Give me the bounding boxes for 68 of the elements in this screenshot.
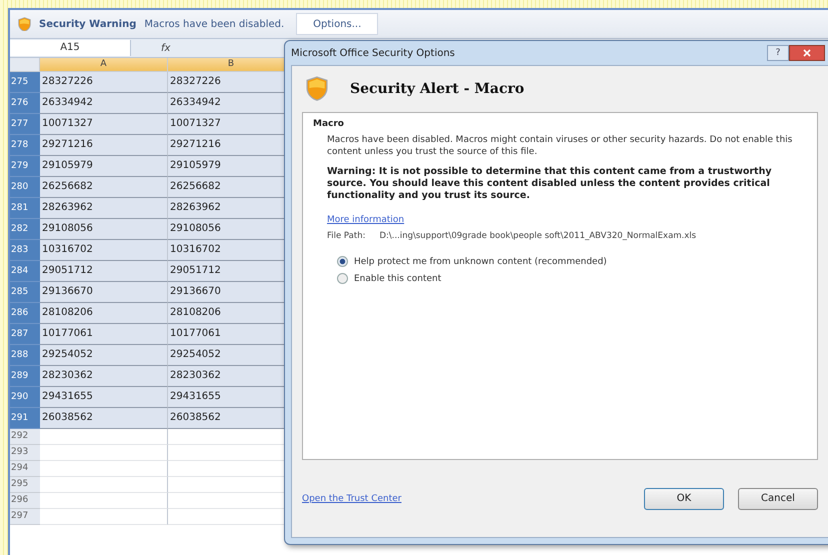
table-cell: 29254052 (40, 345, 168, 366)
row-header[interactable]: 288 (10, 345, 40, 366)
column-header[interactable]: A (40, 58, 168, 72)
table-cell: 28263962 (40, 198, 168, 219)
table-cell: 10071327 (40, 114, 168, 135)
table-cell: 29051712 (40, 261, 168, 282)
row-header[interactable]: 277 (10, 114, 40, 135)
table-cell: 28108206 (40, 303, 168, 324)
row-header[interactable]: 279 (10, 156, 40, 177)
row-header[interactable]: 282 (10, 219, 40, 240)
shield-icon (306, 76, 328, 102)
table-cell: 28230362 (40, 366, 168, 387)
radio-button[interactable] (337, 273, 348, 284)
table-cell: 29431655 (40, 387, 168, 408)
dialog-button[interactable]: Cancel (738, 488, 818, 510)
row-header[interactable]: 286 (10, 303, 40, 324)
more-information-link[interactable]: More information (327, 215, 404, 225)
alert-heading: Security Alert - Macro (350, 81, 524, 97)
help-button[interactable]: ? (767, 45, 789, 61)
row-header[interactable]: 278 (10, 135, 40, 156)
row-header[interactable]: 283 (10, 240, 40, 261)
row-header[interactable]: 297 (10, 509, 40, 525)
close-button[interactable] (789, 45, 825, 61)
radio-option[interactable]: Help protect me from unknown content (recommended) (337, 256, 807, 267)
radio-button[interactable] (337, 256, 348, 267)
row-header[interactable]: 285 (10, 282, 40, 303)
name-box[interactable]: A15 (10, 40, 131, 56)
row-header[interactable]: 291 (10, 408, 40, 429)
close-icon (803, 49, 811, 57)
radio-label: Enable this content (354, 274, 442, 284)
row-header[interactable]: 280 (10, 177, 40, 198)
row-header[interactable]: 296 (10, 493, 40, 509)
file-path: D:\...ing\support\09grade book\people soft\2011_ABV320_NormalExam.xls (379, 231, 696, 241)
table-cell: 29271216 (40, 135, 168, 156)
warning-message: Macros have been disabled. (144, 18, 284, 30)
row-header[interactable]: 289 (10, 366, 40, 387)
row-header[interactable]: 276 (10, 93, 40, 114)
radio-option[interactable]: Enable this content (337, 273, 807, 284)
table-cell: 28327226 (40, 72, 168, 93)
table-cell: 26038562 (40, 408, 168, 429)
row-header[interactable]: 287 (10, 324, 40, 345)
table-cell: 26256682 (40, 177, 168, 198)
dialog-title: Microsoft Office Security Options (291, 48, 455, 58)
table-cell: 29108056 (40, 219, 168, 240)
row-header[interactable]: 295 (10, 477, 40, 493)
trust-center-link[interactable]: Open the Trust Center (302, 494, 402, 504)
row-header[interactable]: 294 (10, 461, 40, 477)
row-header[interactable]: 281 (10, 198, 40, 219)
section-title: Macro (313, 119, 345, 129)
shield-icon (18, 16, 31, 32)
table-cell: 26334942 (40, 93, 168, 114)
file-path-label: File Path: (327, 231, 366, 241)
row-header[interactable]: 293 (10, 445, 40, 461)
table-cell: 29105979 (40, 156, 168, 177)
dialog-button[interactable]: OK (644, 488, 724, 510)
table-cell: 29136670 (40, 282, 168, 303)
row-header[interactable]: 275 (10, 72, 40, 93)
row-header[interactable]: 292 (10, 429, 40, 445)
function-label[interactable]: fx (161, 42, 170, 54)
row-header[interactable]: 290 (10, 387, 40, 408)
row-header[interactable]: 284 (10, 261, 40, 282)
options-button[interactable]: Options... (296, 13, 378, 35)
table-cell: 10316702 (40, 240, 168, 261)
radio-label: Help protect me from unknown content (recommended) (354, 256, 607, 266)
warning-title: Security Warning (39, 18, 136, 30)
table-cell: 10177061 (40, 324, 168, 345)
warning-text: Warning: It is not possible to determine that this content came from a trustworthy source. You should leave this content disabled unless the content provides critical functionality and you trust its source. (327, 166, 773, 202)
description-text: Macros have been disabled. Macros might contain viruses or other security hazards. Do not enable this content unless you trust the source of this file. (327, 134, 794, 158)
